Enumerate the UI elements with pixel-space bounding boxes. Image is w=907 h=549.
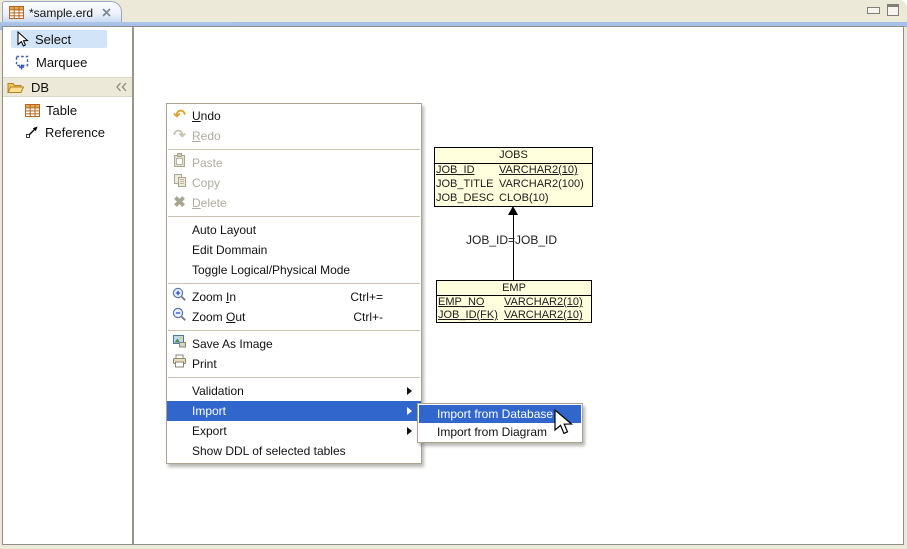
menu-item-copy[interactable]: Copy	[167, 173, 421, 193]
tool-palette: Select Marquee DB	[3, 27, 134, 544]
menu-item-label: Redo	[192, 129, 407, 143]
menu-item-import[interactable]: Import	[167, 401, 421, 421]
relation-label: JOB_ID=JOB_ID	[466, 233, 557, 247]
folder-open-icon	[7, 81, 25, 94]
menu-item-label: Import	[192, 404, 407, 418]
minimize-icon[interactable]	[867, 7, 880, 14]
submenu-arrow-icon	[407, 387, 421, 395]
paste-icon	[167, 153, 192, 174]
menu-item-edit-dommain[interactable]: Edit Dommain	[167, 240, 421, 260]
menu-item-toggle-mode[interactable]: Toggle Logical/Physical Mode	[167, 260, 421, 280]
menu-item-label: Validation	[192, 384, 407, 398]
table-icon	[25, 104, 40, 117]
menu-item-export[interactable]: Export	[167, 421, 421, 441]
menu-item-undo[interactable]: ↶ Undo	[167, 106, 421, 126]
maximize-icon[interactable]	[887, 4, 899, 16]
menu-item-zoom-out[interactable]: Zoom Out Ctrl+-	[167, 307, 421, 327]
entity-title: JOBS	[435, 148, 592, 164]
reference-arrow-icon	[25, 125, 39, 139]
column-type: VARCHAR2(100)	[499, 178, 584, 192]
column-type: CLOB(10)	[499, 192, 549, 206]
menu-separator	[168, 283, 420, 284]
menu-separator	[168, 377, 420, 378]
menu-item-label: Save As Image	[192, 337, 407, 351]
palette-group-label: DB	[31, 80, 49, 95]
entity-column-row[interactable]: JOB_ID VARCHAR2(10)	[435, 164, 592, 178]
palette-tool-label: Select	[35, 32, 71, 47]
palette-tool-select[interactable]: Select	[11, 30, 107, 48]
entity-title: EMP	[437, 281, 591, 296]
menu-separator	[168, 216, 420, 217]
column-type: VARCHAR2(10)	[504, 309, 583, 322]
zoom-out-icon	[167, 307, 192, 328]
menu-item-label: Copy	[192, 176, 407, 190]
menu-item-label: Zoom Out	[192, 310, 353, 324]
entity-jobs[interactable]: JOBS JOB_ID VARCHAR2(10) JOB_TITLE VARCH…	[434, 147, 593, 207]
menu-separator	[168, 149, 420, 150]
erd-editor-window: *sample.erd Select	[0, 0, 907, 549]
select-cursor-icon	[15, 31, 29, 47]
undo-icon: ↶	[167, 106, 192, 126]
marquee-icon	[15, 55, 30, 70]
menu-item-show-ddl[interactable]: Show DDL of selected tables	[167, 441, 421, 461]
column-name: JOB_TITLE	[436, 178, 499, 192]
menu-item-label: Edit Dommain	[192, 243, 407, 257]
menu-item-label: Export	[192, 424, 407, 438]
entity-column-row[interactable]: JOB_TITLE VARCHAR2(100)	[435, 178, 592, 192]
menu-item-redo[interactable]: ↷ Redo	[167, 126, 421, 146]
menu-item-label: Toggle Logical/Physical Mode	[192, 263, 407, 277]
column-type: VARCHAR2(10)	[504, 296, 583, 309]
erd-file-icon	[9, 6, 24, 19]
menu-item-label: Show DDL of selected tables	[192, 444, 407, 458]
menu-item-zoom-in[interactable]: Zoom In Ctrl+=	[167, 287, 421, 307]
editor-tab-bar: *sample.erd	[0, 0, 907, 22]
entity-emp[interactable]: EMP EMP_NO VARCHAR2(10) JOB_ID(FK) VARCH…	[436, 280, 592, 323]
view-controls	[867, 4, 899, 16]
tab-close-icon[interactable]	[101, 7, 112, 18]
entity-column-row[interactable]: JOB_ID(FK) VARCHAR2(10)	[437, 309, 591, 322]
palette-tool-table[interactable]: Table	[21, 101, 99, 119]
menu-item-label: Undo	[192, 109, 407, 123]
entity-column-row[interactable]: JOB_DESC CLOB(10)	[435, 192, 592, 206]
menu-item-shortcut: Ctrl+-	[353, 310, 407, 324]
menu-item-paste[interactable]: Paste	[167, 153, 421, 173]
relation-line[interactable]	[513, 214, 514, 280]
menu-item-validation[interactable]: Validation	[167, 381, 421, 401]
copy-icon	[167, 173, 192, 194]
menu-item-shortcut: Ctrl+=	[350, 290, 407, 304]
delete-icon: ✖	[167, 193, 192, 213]
palette-tool-marquee[interactable]: Marquee	[11, 53, 111, 71]
menu-item-label: Delete	[192, 196, 407, 210]
column-name: EMP_NO	[438, 296, 504, 309]
menu-item-save-as-image[interactable]: Save As Image	[167, 334, 421, 354]
menu-item-label: Auto Layout	[192, 223, 407, 237]
menu-item-label: Zoom In	[192, 290, 350, 304]
menu-item-label: Print	[192, 357, 407, 371]
redo-icon: ↷	[167, 126, 192, 146]
palette-tool-label: Table	[46, 103, 77, 118]
menu-item-delete[interactable]: ✖ Delete	[167, 193, 421, 213]
column-name: JOB_ID(FK)	[438, 309, 504, 322]
mouse-cursor	[554, 409, 576, 437]
column-name: JOB_DESC	[436, 192, 499, 206]
menu-item-label: Paste	[192, 156, 407, 170]
editor-tab-sample-erd[interactable]: *sample.erd	[2, 1, 122, 23]
print-icon	[167, 354, 192, 374]
context-menu: ↶ Undo ↷ Redo Paste	[166, 103, 422, 464]
menu-item-auto-layout[interactable]: Auto Layout	[167, 220, 421, 240]
tab-title: *sample.erd	[29, 6, 93, 20]
collapse-palette-icon[interactable]	[115, 82, 128, 92]
entity-column-row[interactable]: EMP_NO VARCHAR2(10)	[437, 296, 591, 309]
save-image-icon	[167, 334, 192, 354]
zoom-in-icon	[167, 287, 192, 308]
menu-item-print[interactable]: Print	[167, 354, 421, 374]
column-type: VARCHAR2(10)	[499, 164, 578, 178]
palette-group-db[interactable]: DB	[3, 77, 132, 97]
palette-tool-reference[interactable]: Reference	[21, 123, 125, 141]
column-name: JOB_ID	[436, 164, 499, 178]
palette-tool-label: Reference	[45, 125, 105, 140]
palette-tool-label: Marquee	[36, 55, 87, 70]
menu-separator	[168, 330, 420, 331]
